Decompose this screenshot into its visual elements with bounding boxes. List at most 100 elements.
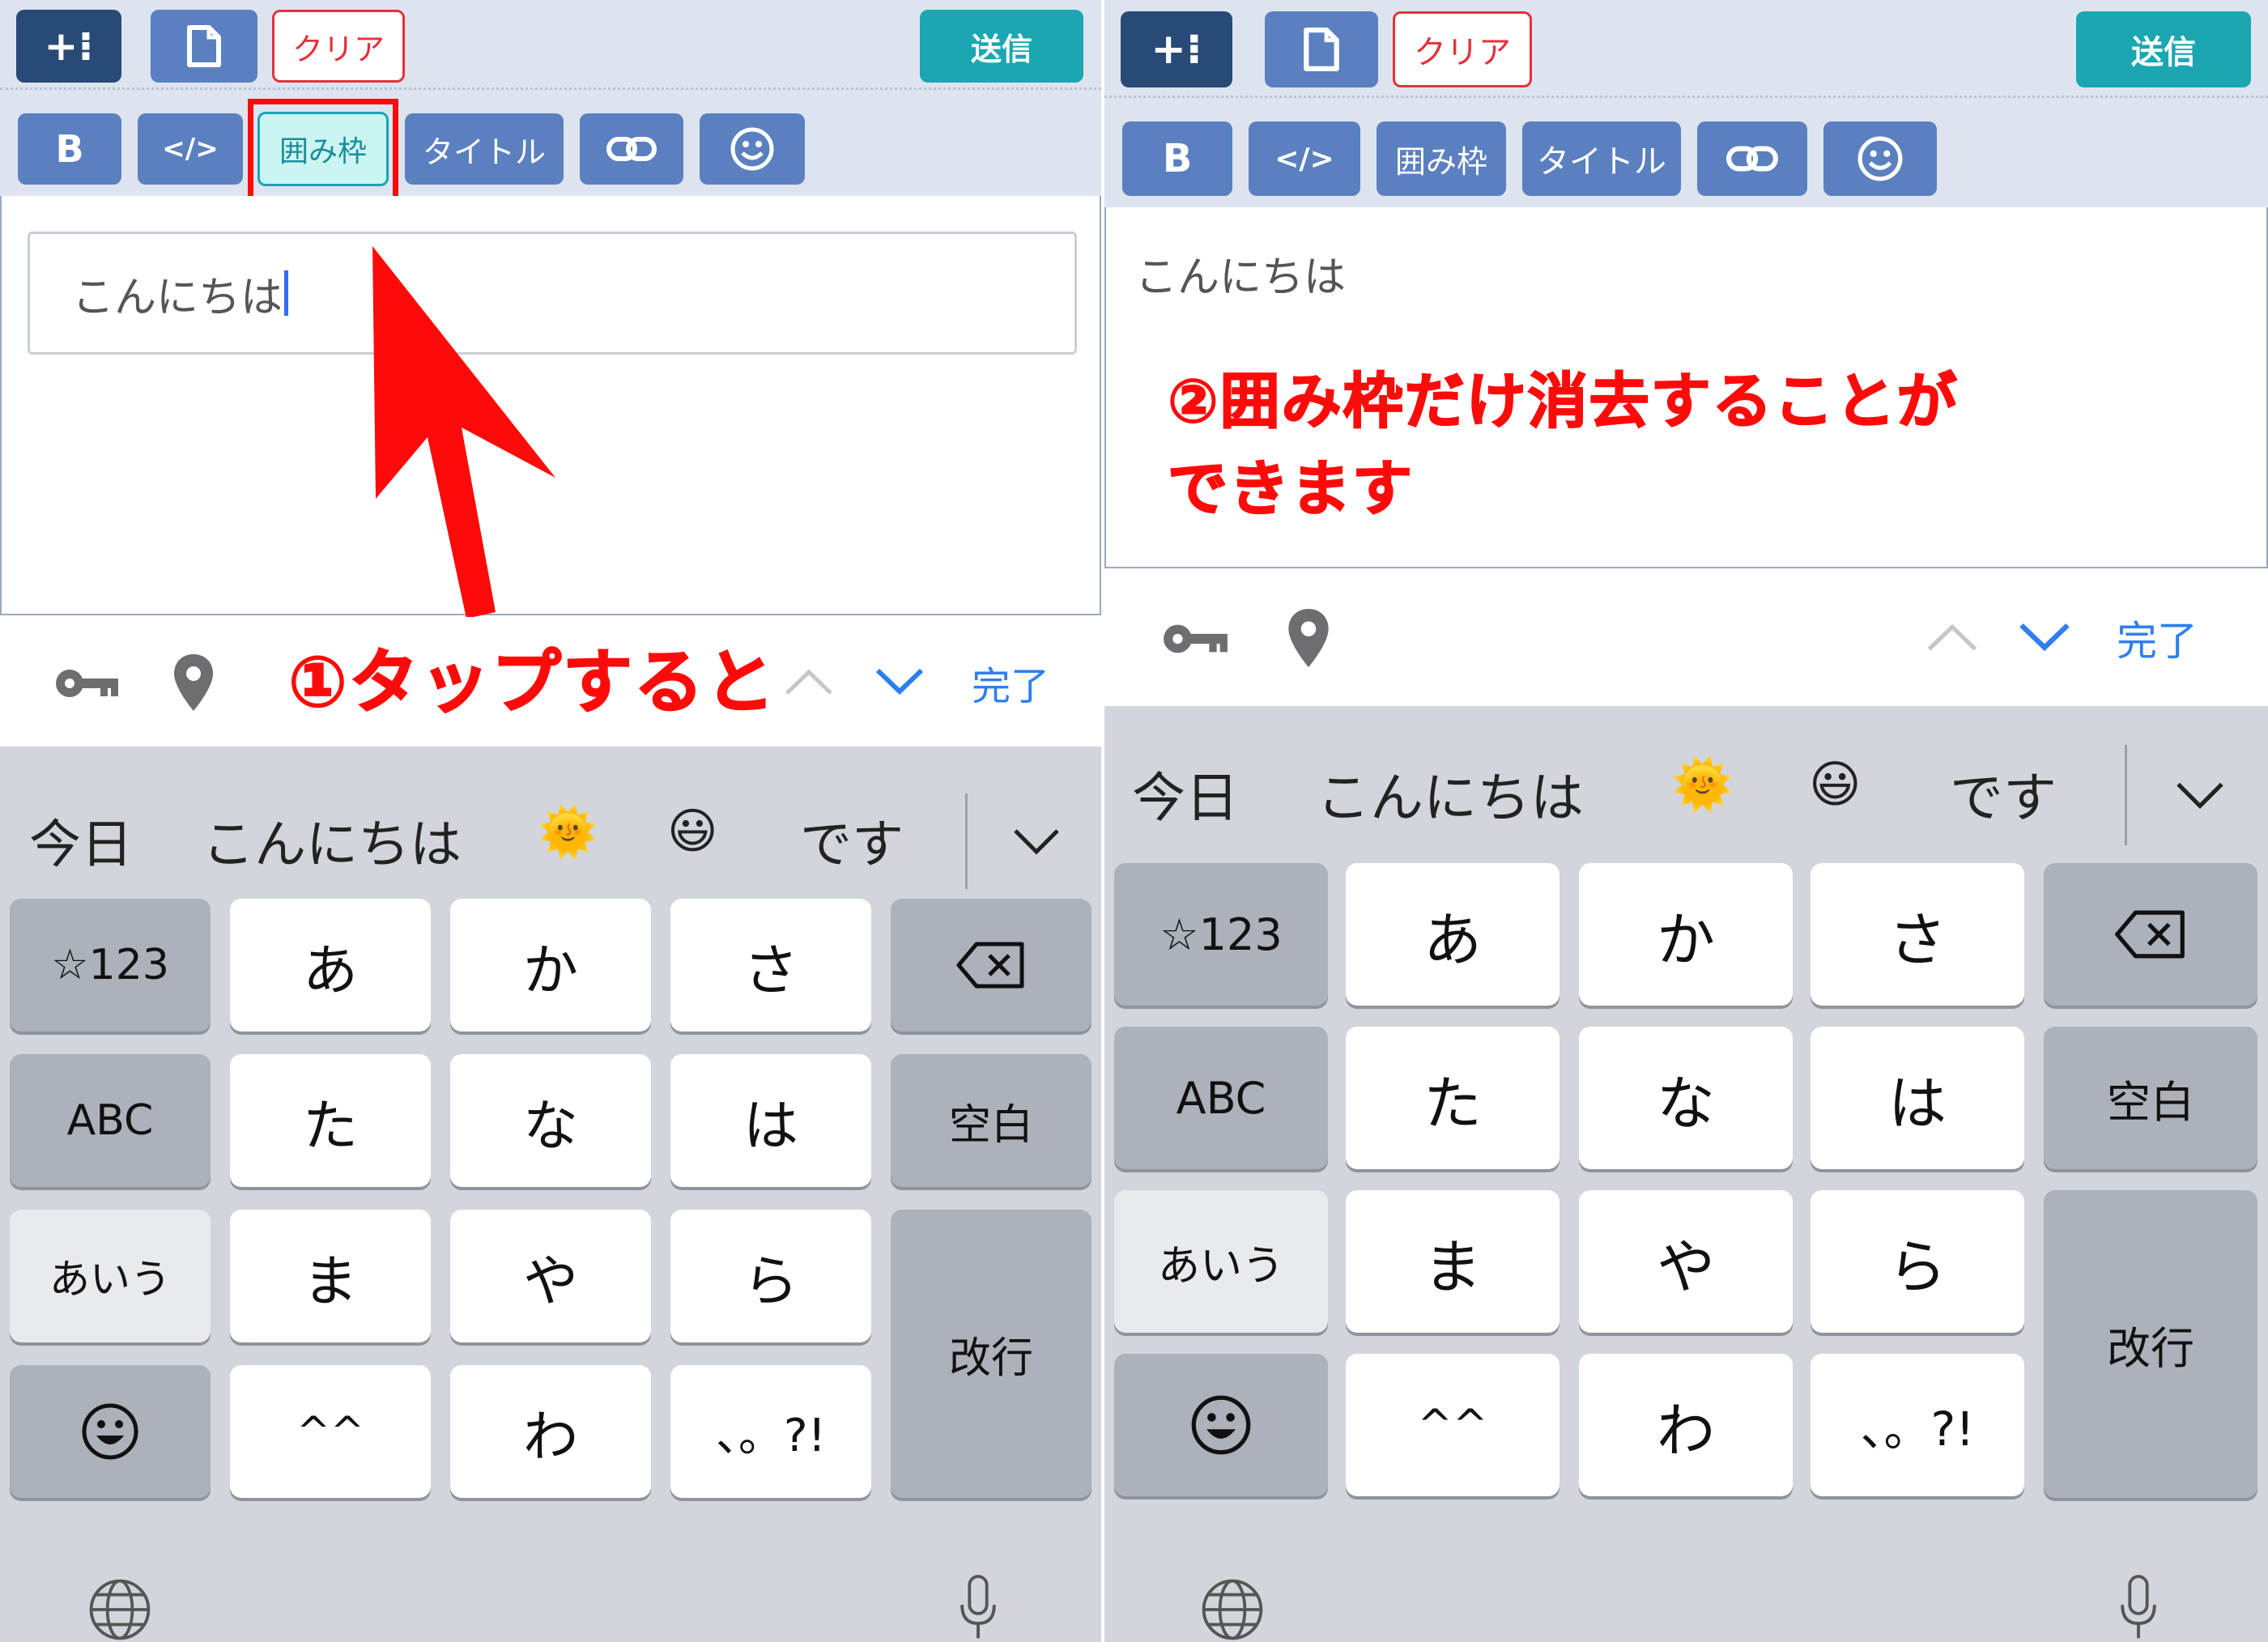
key-ha[interactable]: は	[670, 1054, 871, 1187]
keyboard: 今日 こんにちは 🌞 😃 です ☆123 あ か さ ABC た な は 空白 …	[1104, 706, 2268, 1642]
key-wa[interactable]: わ	[1579, 1354, 1793, 1496]
send-button[interactable]: 送信	[2076, 11, 2251, 87]
key-return[interactable]: 改行	[891, 1210, 1091, 1498]
box-label: 囲み枠	[1394, 143, 1487, 180]
key-delete[interactable]	[2044, 863, 2257, 1006]
candidate-item[interactable]: です	[1950, 755, 2057, 832]
box-button[interactable]: 囲み枠	[1377, 121, 1506, 196]
right-panel: +⁝ クリア 送信 B </> 囲み枠 タイトル こんにちは ②囲み枠だけ消去す…	[1104, 0, 2268, 1642]
link-icon	[606, 137, 657, 161]
key-kaomoji[interactable]: ^^	[230, 1365, 431, 1498]
done-button[interactable]: 完了	[972, 654, 1049, 711]
emoji-button[interactable]	[1823, 121, 1937, 196]
candidate-item[interactable]: こんにちは	[1317, 755, 1584, 832]
candidate-item[interactable]: 今日	[29, 803, 133, 878]
key-ka[interactable]: か	[1579, 863, 1793, 1006]
send-button[interactable]: 送信	[920, 10, 1083, 83]
key-kaomoji[interactable]: ^^	[1346, 1354, 1560, 1496]
key-ta[interactable]: た	[1346, 1027, 1560, 1169]
key-a[interactable]: あ	[230, 899, 431, 1032]
candidate-item[interactable]: 今日	[1132, 755, 1239, 832]
key-punctuation[interactable]: 、。?!	[670, 1365, 871, 1498]
key-ta[interactable]: た	[230, 1054, 431, 1187]
key-return[interactable]: 改行	[2044, 1190, 2257, 1498]
key-emoji[interactable]	[10, 1365, 211, 1498]
annotation-step2-line1: ②囲み枠だけ消去することが	[1167, 366, 1959, 437]
chevron-up-icon[interactable]	[784, 667, 834, 696]
text-cursor	[284, 270, 289, 316]
code-button[interactable]: </>	[138, 113, 243, 185]
backspace-icon	[2115, 910, 2185, 959]
key-numbers[interactable]: ☆123	[1114, 863, 1328, 1006]
key-wa[interactable]: わ	[450, 1365, 651, 1498]
candidate-item[interactable]: こんにちは	[202, 803, 462, 878]
expand-candidates-icon[interactable]	[1012, 827, 1061, 857]
location-icon[interactable]	[1286, 607, 1331, 669]
microphone-icon[interactable]	[2112, 1574, 2165, 1642]
bold-button[interactable]: B	[18, 113, 121, 185]
key-ya[interactable]: や	[1579, 1190, 1793, 1333]
key-ha[interactable]: は	[1811, 1027, 2024, 1169]
bold-button[interactable]: B	[1122, 121, 1232, 196]
key-ya[interactable]: や	[450, 1210, 651, 1342]
emoji-button[interactable]	[700, 113, 805, 185]
link-button[interactable]	[580, 113, 683, 185]
key-emoji[interactable]	[1114, 1354, 1328, 1496]
editor-text: こんにちは	[1135, 253, 1347, 302]
key-ma[interactable]: ま	[230, 1210, 431, 1342]
key-a[interactable]: あ	[1346, 863, 1560, 1006]
key-ra[interactable]: ら	[670, 1210, 871, 1342]
candidate-item[interactable]: 😃	[1809, 755, 1862, 814]
key-numbers[interactable]: ☆123	[10, 899, 211, 1032]
key-space[interactable]: 空白	[2044, 1027, 2257, 1169]
bold-label: B	[1162, 136, 1193, 181]
key-delete[interactable]	[891, 899, 1091, 1032]
key-na[interactable]: な	[1579, 1027, 1793, 1169]
backspace-icon	[956, 942, 1024, 989]
key-abc[interactable]: ABC	[10, 1054, 211, 1187]
candidate-item[interactable]: 🌞	[538, 803, 598, 861]
title-label: タイトル	[1537, 143, 1666, 181]
expand-candidates-icon[interactable]	[2175, 781, 2225, 811]
candidate-item[interactable]: です	[800, 803, 904, 878]
new-document-button[interactable]	[151, 10, 257, 83]
chevron-down-icon[interactable]	[2018, 622, 2071, 653]
code-button[interactable]: </>	[1249, 121, 1360, 196]
key-sa[interactable]: さ	[1811, 863, 2024, 1006]
microphone-icon[interactable]	[952, 1574, 1004, 1642]
insert-icon: +⁝	[44, 23, 94, 70]
title-button[interactable]: タイトル	[1522, 121, 1681, 196]
key-ma[interactable]: ま	[1346, 1190, 1560, 1333]
insert-button[interactable]: +⁝	[16, 10, 121, 83]
new-document-button[interactable]	[1265, 11, 1378, 87]
done-button[interactable]: 完了	[2117, 609, 2198, 667]
location-icon[interactable]	[172, 653, 215, 713]
key-ka[interactable]: か	[450, 899, 651, 1032]
key-icon[interactable]	[1161, 620, 1231, 657]
candidate-item[interactable]: 🌞	[1671, 755, 1734, 815]
insert-icon: +⁝	[1151, 25, 1202, 74]
clear-button[interactable]: クリア	[272, 10, 405, 83]
send-label: 送信	[2131, 34, 2196, 71]
key-na[interactable]: な	[450, 1054, 651, 1187]
globe-icon[interactable]	[1189, 1577, 1276, 1642]
candidate-bar: 今日 こんにちは 🌞 😃 です	[1104, 730, 2268, 845]
key-kana[interactable]: あいう	[10, 1210, 211, 1342]
send-label: 送信	[970, 31, 1032, 67]
title-button[interactable]: タイトル	[405, 113, 564, 185]
editor-area[interactable]: こんにちは ②囲み枠だけ消去することが できます	[1104, 207, 2268, 568]
key-abc[interactable]: ABC	[1114, 1027, 1328, 1169]
chevron-down-icon[interactable]	[874, 667, 925, 696]
clear-button[interactable]: クリア	[1393, 11, 1532, 87]
key-sa[interactable]: さ	[670, 899, 871, 1032]
key-kana[interactable]: あいう	[1114, 1190, 1328, 1333]
link-button[interactable]	[1697, 121, 1807, 196]
candidate-item[interactable]: 😃	[667, 803, 718, 860]
key-icon[interactable]	[53, 666, 121, 701]
key-punctuation[interactable]: 、。?!	[1811, 1354, 2024, 1496]
insert-button[interactable]: +⁝	[1121, 11, 1232, 87]
chevron-up-icon[interactable]	[1925, 622, 1979, 653]
key-ra[interactable]: ら	[1811, 1190, 2024, 1333]
key-space[interactable]: 空白	[891, 1054, 1091, 1187]
globe-icon[interactable]	[78, 1577, 162, 1642]
